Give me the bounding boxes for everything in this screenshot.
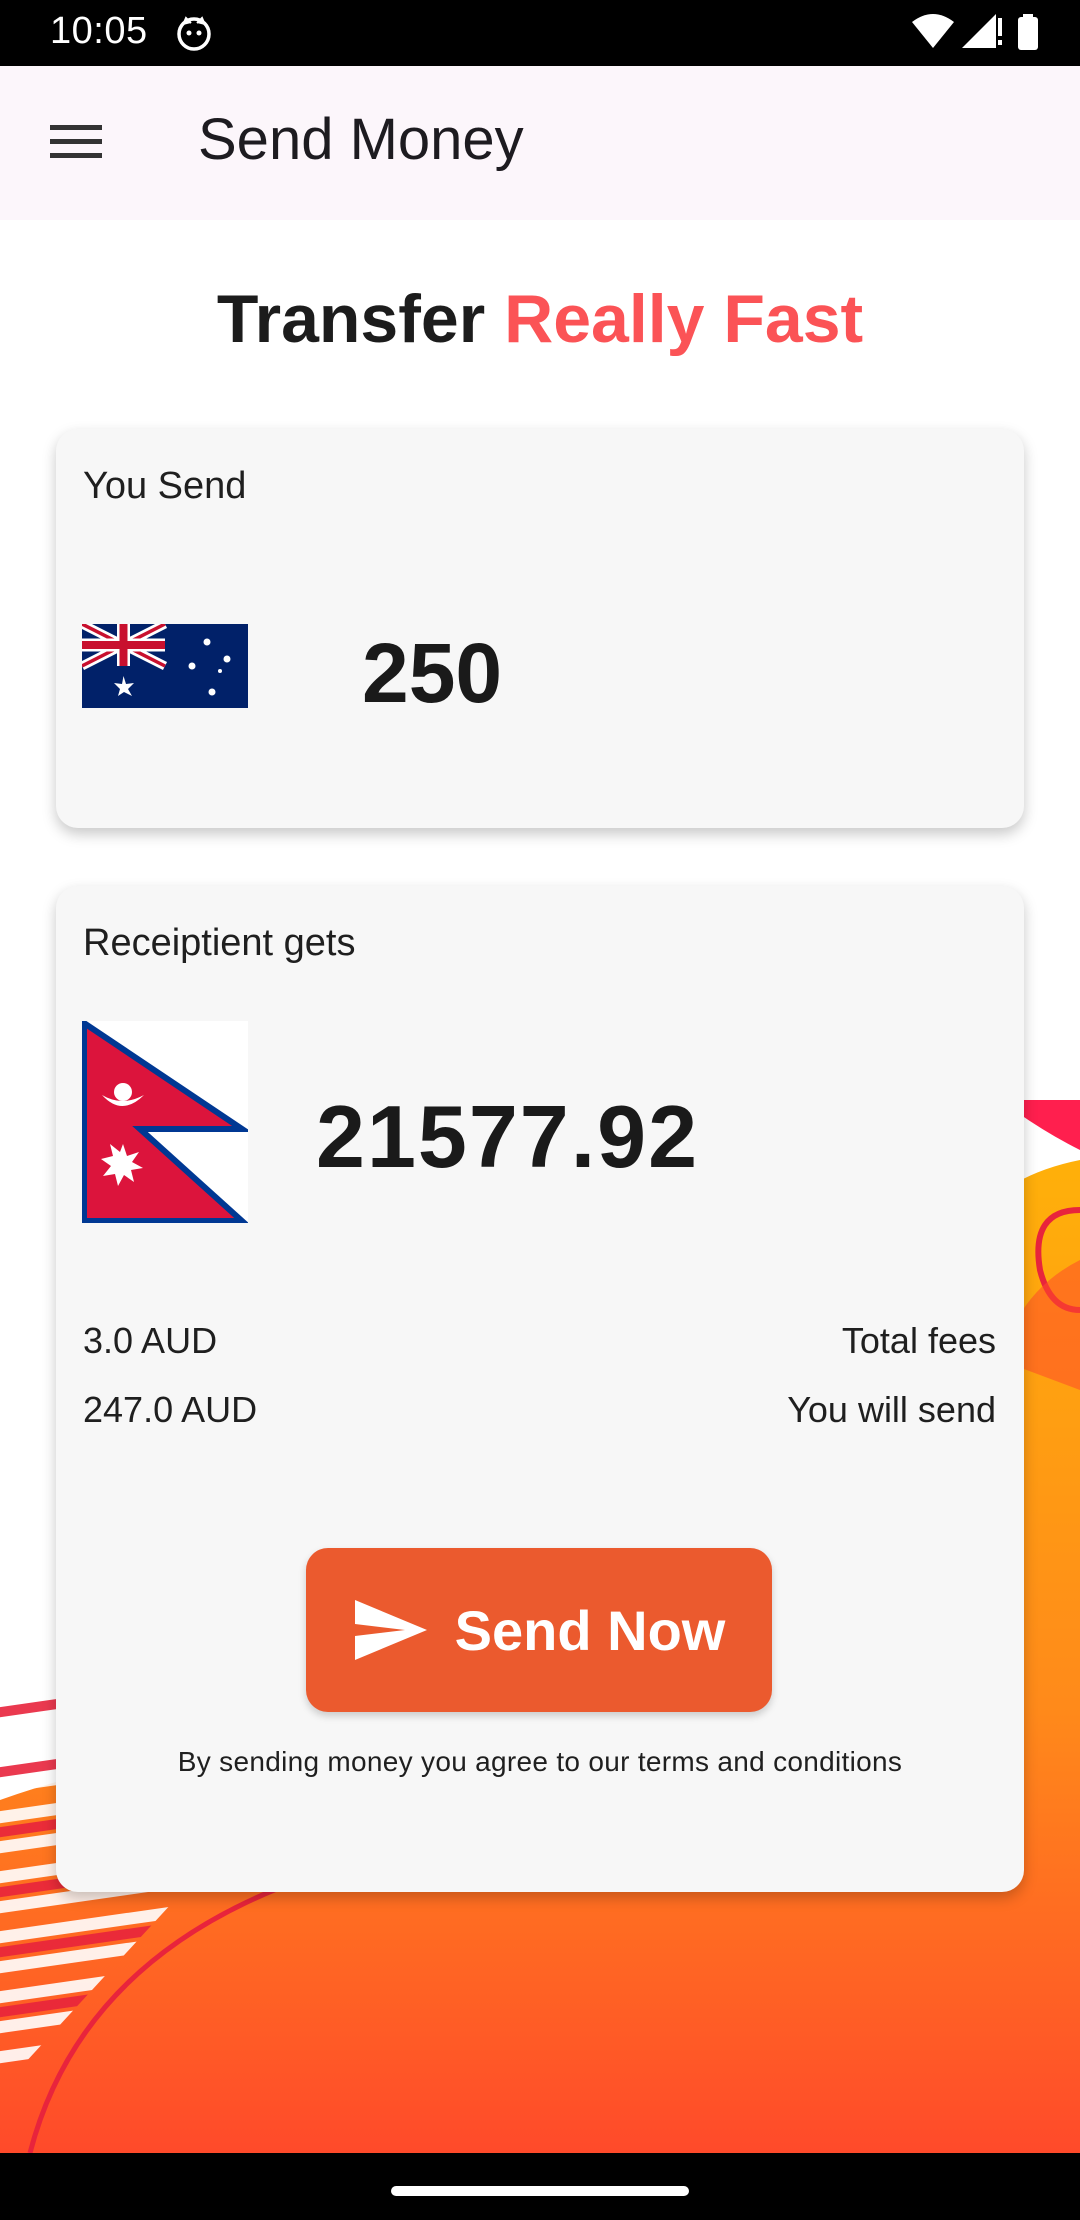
send-card: You Send 250 xyxy=(56,429,1024,828)
send-now-label: Send Now xyxy=(454,1598,726,1662)
send-icon xyxy=(354,1600,427,1660)
wifi-icon xyxy=(912,14,954,48)
battery-icon xyxy=(1018,14,1038,50)
cat-icon xyxy=(177,16,211,51)
australia-flag xyxy=(82,624,248,708)
headline-accent: Really Fast xyxy=(504,281,864,357)
receive-card: Receiptient gets 21577.92 3.0 AUD Total … xyxy=(56,886,1024,1892)
nepal-flag xyxy=(82,1021,248,1223)
status-icons xyxy=(912,14,1038,50)
status-time: 10:05 xyxy=(50,10,148,52)
send-total-value: 247.0 AUD xyxy=(83,1389,258,1430)
terms-text[interactable]: By sending money you agree to our terms … xyxy=(56,1746,1024,1778)
page-title: Send Money xyxy=(198,107,524,172)
send-card-label: You Send xyxy=(83,465,247,507)
home-gesture-handle[interactable] xyxy=(391,2186,689,2196)
send-total-label: You will send xyxy=(787,1389,996,1430)
receive-amount: 21577.92 xyxy=(316,1087,700,1186)
send-now-button[interactable]: Send Now xyxy=(306,1548,772,1712)
status-bar: 10:05 xyxy=(0,0,1080,66)
receive-card-label: Receiptient gets xyxy=(83,922,356,964)
send-amount[interactable]: 250 xyxy=(362,625,502,722)
navigation-bar xyxy=(0,2153,1080,2220)
fees-label: Total fees xyxy=(841,1320,996,1361)
headline-primary: Transfer xyxy=(216,281,486,357)
signal-icon xyxy=(962,14,1002,48)
app-bar: Send Money xyxy=(0,66,1080,220)
menu-icon[interactable] xyxy=(50,122,102,162)
fees-value: 3.0 AUD xyxy=(83,1320,218,1361)
headline: Transfer Really Fast xyxy=(0,280,1080,358)
